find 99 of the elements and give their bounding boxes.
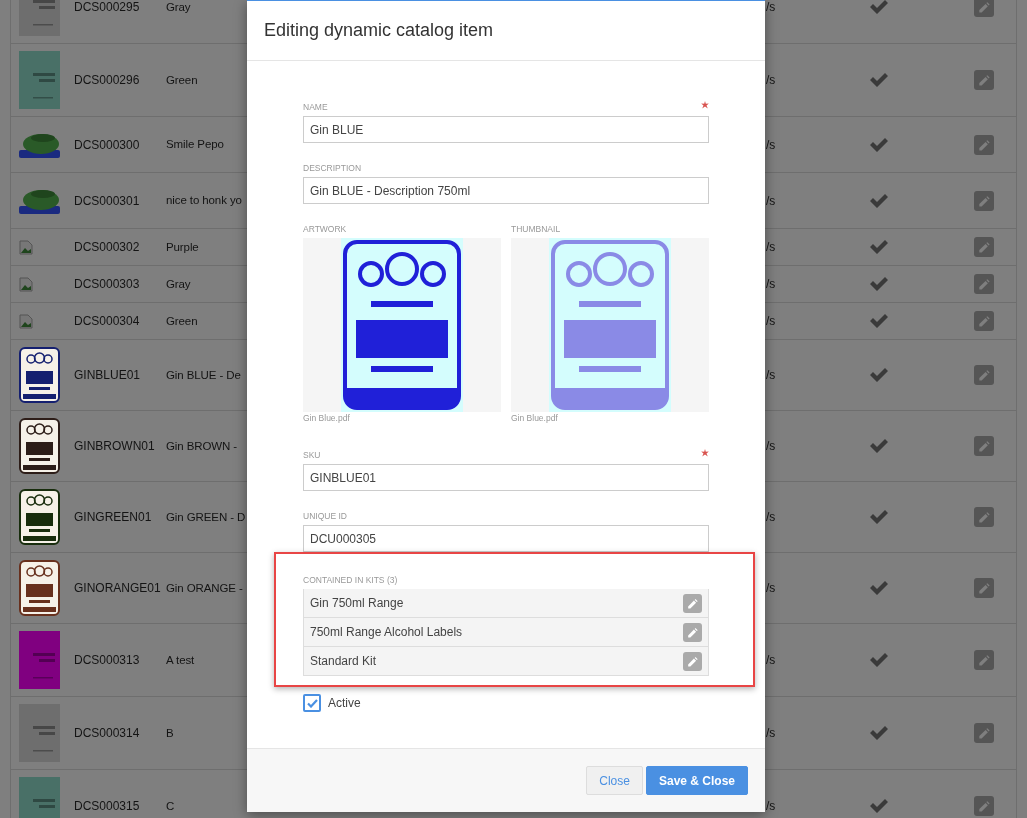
item-name: Gin GREEN - D xyxy=(166,510,246,523)
edit-button[interactable] xyxy=(974,237,994,257)
text-field[interactable]: Gin BLUE - Description 750ml xyxy=(303,177,709,204)
pencil-icon xyxy=(688,656,698,667)
cell-text: /s xyxy=(766,277,776,291)
item-code: DCS000295 xyxy=(74,0,140,14)
text-field[interactable]: DCU000305 xyxy=(303,525,709,552)
pencil-icon xyxy=(688,627,698,638)
edit-button[interactable] xyxy=(974,190,994,211)
cell-text: /s xyxy=(766,581,776,595)
item-code: GINGREEN01 xyxy=(74,510,152,524)
pencil-icon xyxy=(979,370,990,381)
item-name: Gin ORANGE - xyxy=(166,581,243,594)
text-field[interactable]: Gin BLUE xyxy=(303,116,709,143)
item-name: Green xyxy=(166,73,198,86)
kit-name: Gin 750ml Range xyxy=(310,595,404,612)
item-name: Gin BROWN - xyxy=(166,439,238,452)
item-name: Green xyxy=(166,314,198,327)
pencil-icon xyxy=(979,512,990,523)
cell-text: /s xyxy=(766,240,776,254)
pencil-icon xyxy=(979,195,990,206)
cell-text: /s xyxy=(766,510,776,524)
edit-button[interactable] xyxy=(974,436,994,456)
item-name: Gray xyxy=(166,0,191,13)
pencil-icon xyxy=(979,139,990,150)
item-code: DCS000313 xyxy=(74,653,140,667)
checkbox[interactable] xyxy=(303,694,321,712)
edit-button[interactable] xyxy=(974,796,994,816)
broken-image-icon xyxy=(19,276,33,292)
checkbox-label: Active xyxy=(328,695,361,712)
item-code: DCS000303 xyxy=(74,277,140,291)
item-name: C xyxy=(166,799,175,812)
field-label: SKU xyxy=(303,449,321,461)
edit-button[interactable] xyxy=(974,578,994,598)
pencil-icon xyxy=(979,316,990,327)
item-code: GINBROWN01 xyxy=(74,439,155,453)
pencil-icon xyxy=(979,655,990,666)
edit-button[interactable] xyxy=(974,70,994,90)
file-name: Gin Blue.pdf xyxy=(511,412,559,424)
item-name: Smile Pepo xyxy=(166,138,224,151)
item-code: GINORANGE01 xyxy=(74,581,161,595)
item-name: nice to honk yo xyxy=(166,194,242,207)
item-name: A test xyxy=(166,653,195,666)
pencil-icon xyxy=(979,728,990,739)
cell-text: /s xyxy=(766,137,776,152)
broken-image-icon xyxy=(19,313,33,329)
kit-name: 750ml Range Alcohol Labels xyxy=(310,624,463,641)
field-label: DESCRIPTION xyxy=(303,162,362,174)
cell-text: /s xyxy=(766,0,776,14)
item-code: DCS000301 xyxy=(74,193,140,208)
field-label: UNIQUE ID xyxy=(303,510,347,522)
edit-button[interactable] xyxy=(974,134,994,155)
edit-button[interactable] xyxy=(974,723,994,743)
pencil-icon xyxy=(979,441,990,452)
pencil-icon xyxy=(979,242,990,253)
cell-text: /s xyxy=(766,193,776,208)
item-code: DCS000304 xyxy=(74,314,140,328)
cell-text: /s xyxy=(766,73,776,87)
edit-button[interactable] xyxy=(974,311,994,331)
cell-text: /s xyxy=(766,799,776,813)
cell-text: /s xyxy=(766,653,776,667)
cell-text: /s xyxy=(766,314,776,328)
edit-button[interactable] xyxy=(683,651,702,671)
item-name: Gin BLUE - De xyxy=(166,368,241,381)
field-label: CONTAINED IN KITS (3) xyxy=(303,574,398,586)
broken-image-icon xyxy=(19,239,33,255)
item-name: Purple xyxy=(166,240,199,253)
pencil-icon xyxy=(979,583,990,594)
check-icon xyxy=(306,698,318,708)
cell-text: /s xyxy=(766,726,776,740)
field-label: NAME xyxy=(303,101,328,113)
edit-button[interactable] xyxy=(974,507,994,527)
edit-button[interactable] xyxy=(974,0,994,17)
edit-button[interactable] xyxy=(683,593,702,613)
file-name: Gin Blue.pdf xyxy=(303,412,351,424)
item-name: B xyxy=(166,726,174,739)
pencil-icon xyxy=(979,279,990,290)
item-code: DCS000302 xyxy=(74,240,140,254)
item-code: DCS000300 xyxy=(74,137,140,152)
field-label: THUMBNAIL xyxy=(511,223,561,235)
edit-button[interactable] xyxy=(974,650,994,670)
kit-name: Standard Kit xyxy=(310,653,377,670)
cell-text: /s xyxy=(766,439,776,453)
item-code: GINBLUE01 xyxy=(74,368,141,382)
item-name: Gray xyxy=(166,277,191,290)
text-field[interactable]: GINBLUE01 xyxy=(303,464,709,491)
item-code: DCS000315 xyxy=(74,799,140,813)
pencil-icon xyxy=(979,75,990,86)
item-code: DCS000296 xyxy=(74,73,140,87)
pencil-icon xyxy=(688,598,698,609)
pencil-icon xyxy=(979,2,990,13)
edit-button[interactable] xyxy=(974,365,994,385)
item-code: DCS000314 xyxy=(74,726,140,740)
dialog-title: Editing dynamic catalog item xyxy=(264,19,494,42)
edit-button[interactable] xyxy=(974,274,994,294)
cell-text: /s xyxy=(766,368,776,382)
field-label: ARTWORK xyxy=(303,223,347,235)
pencil-icon xyxy=(979,801,990,812)
edit-button[interactable] xyxy=(683,622,702,642)
